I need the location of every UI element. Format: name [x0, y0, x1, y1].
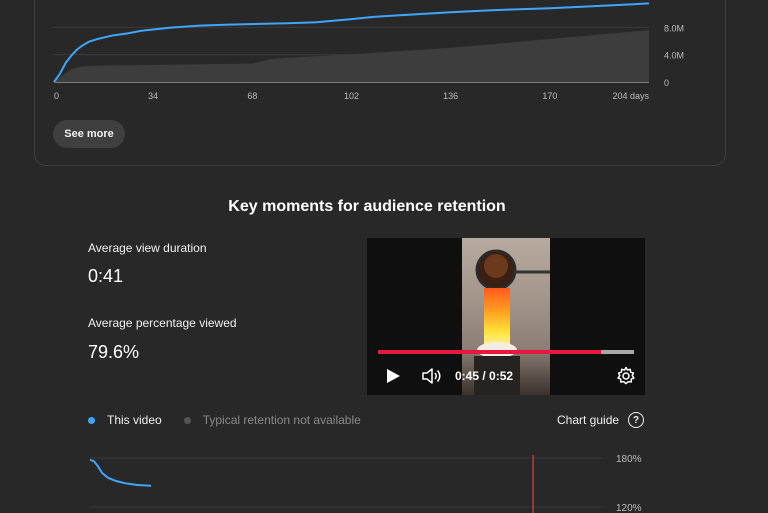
video-player[interactable]: 0:45 / 0:52	[367, 238, 645, 395]
y-tick-label: 8.0M	[664, 23, 684, 33]
video-time: 0:45 / 0:52	[455, 369, 514, 383]
legend-dot-icon	[88, 416, 95, 424]
retention-chart: 180% 120%	[89, 454, 642, 513]
x-tick-label: 102	[344, 91, 359, 101]
x-tick-label: 136	[443, 91, 458, 101]
series-area-typical	[54, 30, 649, 83]
views-chart: 0 4.0M 8.0M 0 34 68 102 136 170 204 days	[53, 2, 684, 101]
avg-view-duration-value: 0:41	[88, 266, 124, 286]
volume-icon[interactable]	[421, 366, 443, 391]
seek-bar-progress	[378, 350, 601, 354]
x-tick-label: 34	[148, 91, 158, 101]
chart-guide-label: Chart guide	[557, 413, 620, 427]
chart-guide-button[interactable]: Chart guide ?	[557, 412, 645, 428]
seek-bar[interactable]	[378, 350, 634, 354]
legend-this-video[interactable]: This video	[88, 413, 162, 427]
legend-dot-icon	[183, 416, 191, 424]
retention-line-this-video	[89, 458, 152, 487]
x-tick-label: 0	[54, 91, 59, 101]
y-tick-label: 120%	[616, 503, 642, 513]
legend-typical-label: Typical retention not available	[202, 413, 361, 427]
avg-percentage-viewed-label: Average percentage viewed	[88, 316, 237, 330]
section-title: Key moments for audience retention	[228, 198, 506, 215]
retention-legend: This video Typical retention not availab…	[88, 413, 383, 427]
play-icon[interactable]	[385, 367, 401, 390]
x-tick-label: 170	[542, 91, 557, 101]
help-icon: ?	[628, 412, 645, 428]
avg-percentage-viewed-value: 79.6%	[88, 342, 140, 362]
see-more-button[interactable]: See more	[53, 120, 125, 148]
x-tick-label: 204 days	[612, 91, 649, 101]
y-tick-label: 0	[664, 78, 669, 88]
gear-icon[interactable]	[616, 366, 636, 391]
legend-this-video-label: This video	[107, 413, 162, 427]
y-tick-label: 180%	[616, 454, 642, 465]
avg-view-duration-label: Average view duration	[88, 241, 207, 255]
y-tick-label: 4.0M	[664, 51, 684, 61]
legend-typical: Typical retention not available	[183, 413, 361, 427]
x-tick-label: 68	[247, 91, 257, 101]
